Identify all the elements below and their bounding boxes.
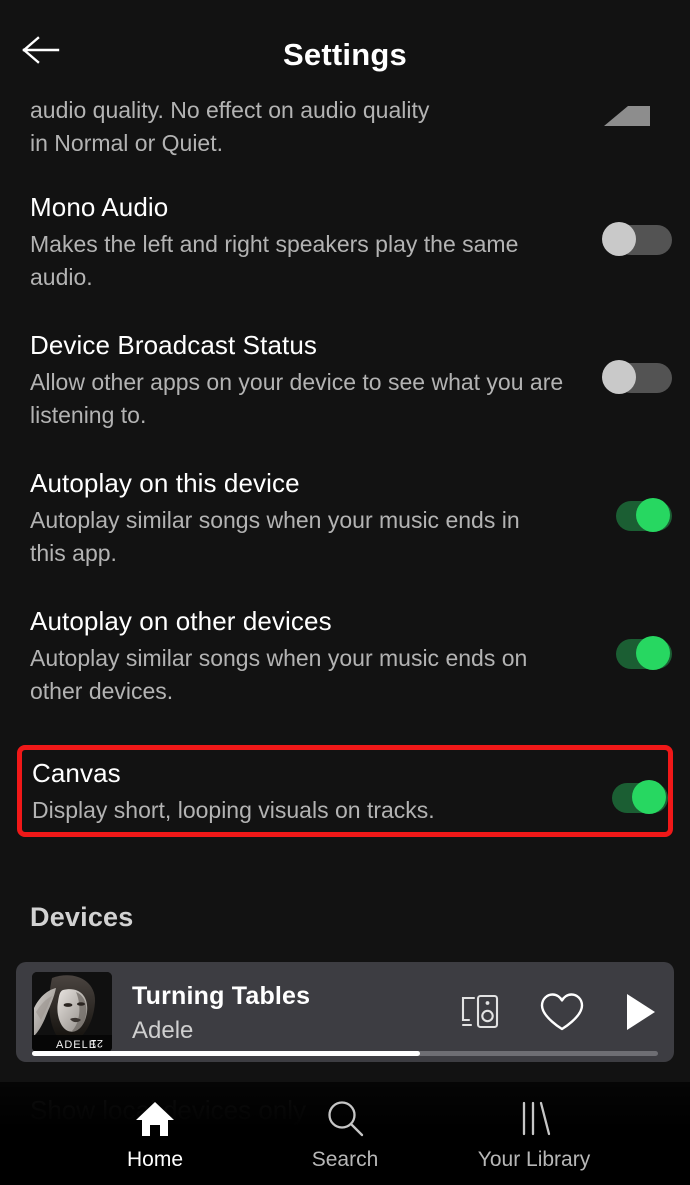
toggle-canvas[interactable] <box>598 780 668 814</box>
partial-setting-row: audio quality. No effect on audio qualit… <box>0 92 690 180</box>
play-icon <box>627 994 655 1030</box>
playback-progress-bar[interactable] <box>32 1051 658 1056</box>
setting-row-mono-audio[interactable]: Mono Audio Makes the left and right spea… <box>0 190 690 312</box>
setting-description: Makes the left and right speakers play t… <box>30 231 519 290</box>
page-title: Settings <box>283 37 407 72</box>
setting-description: Allow other apps on your device to see w… <box>30 369 564 428</box>
app-header: Settings <box>0 0 690 92</box>
nav-item-home[interactable]: Home <box>55 1096 255 1180</box>
play-button[interactable] <box>612 988 668 1036</box>
setting-title: Canvas <box>32 758 121 788</box>
track-title: Turning Tables <box>132 982 311 1010</box>
album-art-image: ADELE 21 <box>32 972 112 1052</box>
setting-title: Autoplay on other devices <box>30 606 332 636</box>
setting-title: Mono Audio <box>30 192 169 222</box>
connect-to-device-button[interactable] <box>452 988 508 1036</box>
toggle-knob <box>636 498 670 532</box>
toggle-knob <box>602 360 636 394</box>
toggle-knob <box>632 780 666 814</box>
nav-item-search[interactable]: Search <box>245 1096 445 1180</box>
setting-title: Autoplay on this device <box>30 468 300 498</box>
setting-row-canvas[interactable]: Canvas Display short, looping visuals on… <box>0 752 690 848</box>
toggle-autoplay-this-device[interactable] <box>602 498 672 532</box>
heart-outline-icon <box>540 993 584 1031</box>
connect-to-device-icon <box>461 994 499 1029</box>
toggle-device-broadcast-status[interactable] <box>602 360 672 394</box>
bottom-navigation-bar: Home Search Your Library <box>0 1082 690 1185</box>
nav-item-your-library[interactable]: Your Library <box>434 1096 634 1180</box>
section-header-devices: Devices <box>30 902 134 932</box>
setting-row-autoplay-this-device[interactable]: Autoplay on this device Autoplay similar… <box>0 466 690 594</box>
nav-label: Your Library <box>477 1148 591 1171</box>
home-icon <box>134 1096 176 1142</box>
now-playing-bar[interactable]: ADELE 21 Turning Tables Adele <box>16 962 674 1062</box>
setting-description: Display short, looping visuals on tracks… <box>32 797 435 823</box>
album-art: ADELE 21 <box>32 972 112 1052</box>
library-icon <box>513 1096 555 1142</box>
spotify-settings-screen: Settings audio quality. No effect on aud… <box>0 0 690 1185</box>
setting-row-autoplay-other-devices[interactable]: Autoplay on other devices Autoplay simil… <box>0 604 690 732</box>
svg-text:21: 21 <box>91 1037 103 1049</box>
toggle-mono-audio[interactable] <box>602 222 672 256</box>
playback-progress-fill <box>32 1051 421 1056</box>
volume-level-wedge-icon[interactable] <box>454 104 650 130</box>
toggle-knob <box>602 222 636 256</box>
toggle-autoplay-other-devices[interactable] <box>602 636 672 670</box>
setting-description: Autoplay similar songs when your music e… <box>30 645 528 704</box>
setting-description: Autoplay similar songs when your music e… <box>30 507 520 566</box>
like-button[interactable] <box>534 988 590 1036</box>
toggle-knob <box>636 636 670 670</box>
track-artist: Adele <box>132 1017 194 1044</box>
partial-setting-description: audio quality. No effect on audio qualit… <box>30 97 430 156</box>
nav-label: Home <box>126 1148 184 1171</box>
setting-title: Device Broadcast Status <box>30 330 317 360</box>
setting-row-device-broadcast-status[interactable]: Device Broadcast Status Allow other apps… <box>0 328 690 458</box>
nav-label: Search <box>311 1148 379 1171</box>
search-icon <box>324 1096 366 1142</box>
